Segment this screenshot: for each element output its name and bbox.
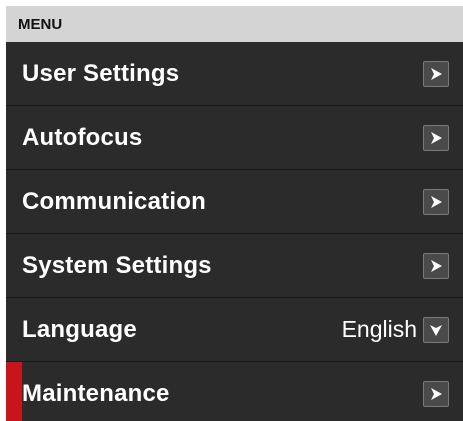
menu-item-label: User Settings xyxy=(22,59,180,87)
chevron-right-icon[interactable] xyxy=(423,60,449,87)
menu-item-language[interactable]: Language English xyxy=(6,298,463,362)
menu-item-label: System Settings xyxy=(22,251,212,279)
menu-panel: MENU User Settings Autofocus Communicati… xyxy=(6,6,463,421)
menu-item-user-settings[interactable]: User Settings xyxy=(6,42,463,106)
menu-item-label: Communication xyxy=(22,187,206,215)
chevron-down-icon[interactable] xyxy=(423,316,449,343)
chevron-right-icon[interactable] xyxy=(423,381,449,407)
language-value[interactable]: English xyxy=(342,316,417,343)
chevron-right-icon[interactable] xyxy=(423,252,449,279)
selected-indicator xyxy=(6,362,22,421)
menu-item-autofocus[interactable]: Autofocus xyxy=(6,106,463,170)
menu-item-label: Language xyxy=(22,315,137,343)
menu-item-label: Autofocus xyxy=(22,123,143,151)
menu-item-maintenance[interactable]: Maintenance xyxy=(6,362,463,421)
chevron-right-icon[interactable] xyxy=(423,188,449,215)
menu-item-system-settings[interactable]: System Settings xyxy=(6,234,463,298)
menu-header: MENU xyxy=(6,6,463,42)
chevron-right-icon[interactable] xyxy=(423,124,449,151)
menu-item-communication[interactable]: Communication xyxy=(6,170,463,234)
menu-item-label: Maintenance xyxy=(22,380,170,407)
